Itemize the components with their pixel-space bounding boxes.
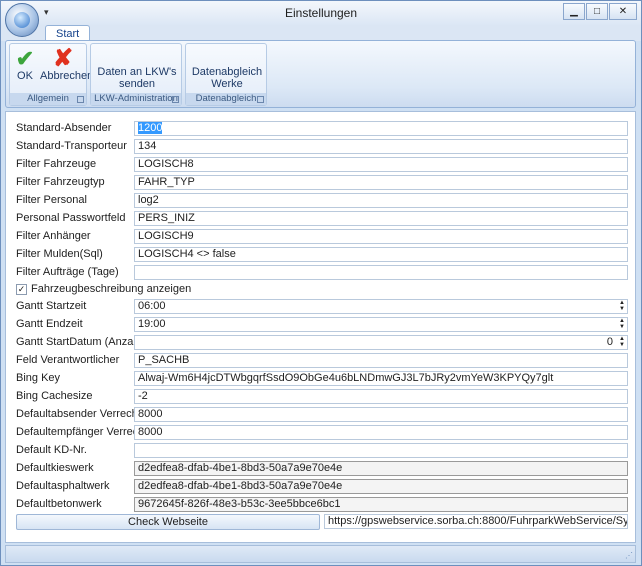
defaultempfaenger-input[interactable]: 8000 <box>134 425 628 440</box>
send-to-trucks-button[interactable]: Daten an LKW's senden <box>91 66 183 90</box>
filter-auftraege-input[interactable] <box>134 265 628 280</box>
label-fahrzeugbeschreibung: Fahrzeugbeschreibung anzeigen <box>31 283 192 295</box>
bing-key-input[interactable]: Alwaj-Wm6H4jcDTWbgqrfSsdO9ObGe4u6bLNDmwG… <box>134 371 628 386</box>
bing-cachesize-input[interactable]: -2 <box>134 389 628 404</box>
cancel-button[interactable]: ✘ Abbrechen <box>40 45 93 83</box>
app-menu-orb-icon[interactable] <box>5 3 39 37</box>
filter-fahrzeugtyp-input[interactable]: FAHR_TYP <box>134 175 628 190</box>
ribbon-group-lkw-administration: Daten an LKW's senden LKW-Administration <box>90 43 182 106</box>
label-gantt-startzeit: Gantt Startzeit <box>16 300 87 312</box>
gantt-startzeit-spinner[interactable]: ▲ ▼ <box>618 300 626 313</box>
title-bar: ▾ Einstellungen ▁ □ ✕ <box>1 1 641 25</box>
gantt-startzeit-input[interactable]: 06:00 ▲ ▼ <box>134 299 628 314</box>
filter-personal-input[interactable]: log2 <box>134 193 628 208</box>
label-standard-transporteur: Standard-Transporteur <box>16 140 127 152</box>
ok-button[interactable]: ✔ OK <box>14 46 36 83</box>
gantt-startdatum-input[interactable]: 0 ▲ ▼ <box>134 335 628 350</box>
label-defaultbetonwerk: Defaultbetonwerk <box>16 498 102 510</box>
label-filter-auftraege: Filter Aufträge (Tage) <box>16 266 119 278</box>
defaultasphaltwerk-lookup[interactable]: d2edfea8-dfab-4be1-8bd3-50a7a9e70e4e <box>134 479 628 494</box>
label-filter-mulden: Filter Mulden(Sql) <box>16 248 103 260</box>
standard-absender-value: 1200 <box>138 122 163 134</box>
gantt-endzeit-input[interactable]: 19:00 ▲ ▼ <box>134 317 628 332</box>
label-standard-absender: Standard-Absender <box>16 122 112 134</box>
maximize-button[interactable]: □ <box>586 3 608 20</box>
group-label-allgemein: Allgemein <box>10 93 86 105</box>
standard-absender-input[interactable]: 1200 <box>134 121 628 136</box>
resize-grip-icon[interactable]: ⋰ <box>625 552 633 560</box>
settings-form: Standard-Absender 1200 Standard-Transpor… <box>5 111 636 543</box>
fahrzeugbeschreibung-checkbox[interactable]: ✓ <box>16 284 27 295</box>
filter-anhaenger-input[interactable]: LOGISCH9 <box>134 229 628 244</box>
feld-verantwortlicher-input[interactable]: P_SACHB <box>134 353 628 368</box>
label-gantt-endzeit: Gantt Endzeit <box>16 318 83 330</box>
label-defaultasphaltwerk: Defaultasphaltwerk <box>16 480 110 492</box>
spin-down-icon[interactable]: ▼ <box>618 324 626 330</box>
personal-passwortfeld-input[interactable]: PERS_INIZ <box>134 211 628 226</box>
check-webseite-button[interactable]: Check Webseite <box>16 514 320 530</box>
app-orb-inner <box>14 12 30 28</box>
label-feld-verantwortlicher: Feld Verantwortlicher <box>16 354 120 366</box>
defaultabsender-input[interactable]: 8000 <box>134 407 628 422</box>
close-button[interactable]: ✕ <box>609 3 637 20</box>
gantt-endzeit-value: 19:00 <box>138 318 166 330</box>
label-bing-cachesize: Bing Cachesize <box>16 390 93 402</box>
label-filter-fahrzeugtyp: Filter Fahrzeugtyp <box>16 176 105 188</box>
default-kd-input[interactable] <box>134 443 628 458</box>
filter-mulden-input[interactable]: LOGISCH4 <> false <box>134 247 628 262</box>
dialog-launcher-icon[interactable] <box>172 96 179 103</box>
sync-plants-button[interactable]: Datenabgleich Werke <box>186 66 268 90</box>
gantt-startzeit-value: 06:00 <box>138 300 166 312</box>
minimize-button[interactable]: ▁ <box>563 3 585 20</box>
gantt-startdatum-value: 0 <box>606 336 613 348</box>
defaultbetonwerk-lookup[interactable]: 9672645f-826f-48e3-b53c-3ee5bbce6bc1 <box>134 497 628 512</box>
dialog-launcher-icon[interactable] <box>257 96 264 103</box>
ribbon-group-allgemein: ✔ OK ✘ Abbrechen Allgemein <box>9 43 93 106</box>
ribbon-tabstrip: Start <box>1 25 641 42</box>
label-filter-fahrzeuge: Filter Fahrzeuge <box>16 158 97 170</box>
gantt-endzeit-spinner[interactable]: ▲ ▼ <box>618 318 626 331</box>
ribbon-group-datenabgleich: Datenabgleich Werke Datenabgleich <box>185 43 267 106</box>
ribbon: ✔ OK ✘ Abbrechen Allgemein Daten an LKW'… <box>5 40 636 108</box>
settings-window: ▾ Einstellungen ▁ □ ✕ Start ✔ OK ✘ Abbre… <box>0 0 642 566</box>
ok-button-label: OK <box>17 70 33 82</box>
checkmark-icon: ✔ <box>15 46 35 71</box>
spin-down-icon[interactable]: ▼ <box>618 306 626 312</box>
label-filter-anhaenger: Filter Anhänger <box>16 230 91 242</box>
label-personal-passwortfeld: Personal Passwortfeld <box>16 212 126 224</box>
webservice-url-input[interactable]: https://gpswebservice.sorba.ch:8800/Fuhr… <box>324 514 628 529</box>
filter-fahrzeuge-input[interactable]: LOGISCH8 <box>134 157 628 172</box>
group-label-datenabgleich: Datenabgleich <box>186 93 266 105</box>
dialog-launcher-icon[interactable] <box>77 96 84 103</box>
defaultkieswerk-lookup[interactable]: d2edfea8-dfab-4be1-8bd3-50a7a9e70e4e <box>134 461 628 476</box>
label-filter-personal: Filter Personal <box>16 194 87 206</box>
cancel-button-label: Abbrechen <box>40 70 94 82</box>
gantt-startdatum-spinner[interactable]: ▲ ▼ <box>618 336 626 349</box>
label-default-kd: Default KD-Nr. <box>16 444 87 456</box>
group-label-lkw-administration: LKW-Administration <box>91 93 181 105</box>
standard-transporteur-input[interactable]: 134 <box>134 139 628 154</box>
spin-down-icon[interactable]: ▼ <box>618 342 626 348</box>
label-defaultkieswerk: Defaultkieswerk <box>16 462 94 474</box>
status-bar: ⋰ <box>5 545 636 563</box>
cross-icon: ✘ <box>52 45 74 72</box>
label-bing-key: Bing Key <box>16 372 61 384</box>
window-title: Einstellungen <box>284 6 358 20</box>
